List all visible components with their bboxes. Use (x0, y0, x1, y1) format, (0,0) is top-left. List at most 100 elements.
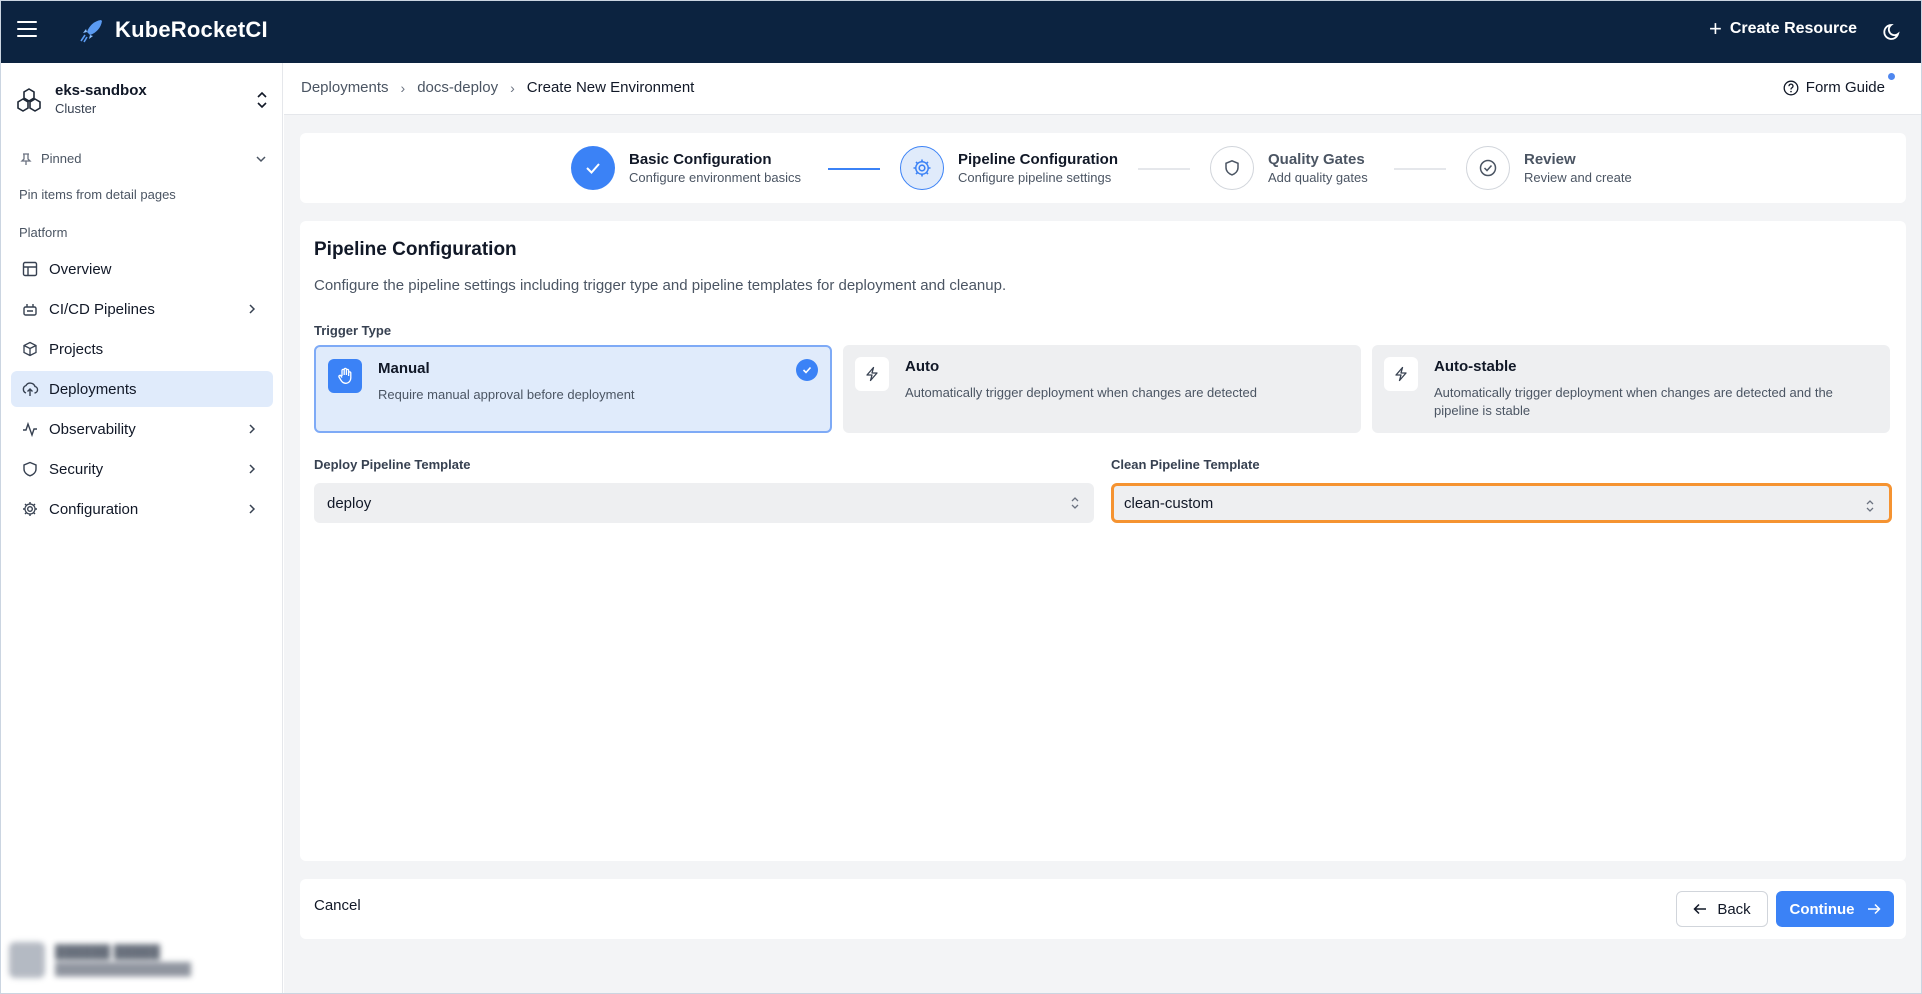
chevron-right-icon (249, 464, 256, 474)
step-title: Pipeline Configuration (958, 150, 1118, 168)
trigger-option-desc: Require manual approval before deploymen… (378, 387, 635, 402)
sidebar-item-configuration[interactable]: Configuration (11, 491, 273, 527)
deploy-template-value: deploy (327, 494, 372, 512)
step-desc: Review and create (1524, 169, 1632, 185)
trigger-option-auto[interactable]: Auto Automatically trigger deployment wh… (843, 345, 1361, 433)
sidebar-item-cicd-pipelines[interactable]: CI/CD Pipelines (11, 291, 273, 327)
sidebar-item-label: Overview (49, 260, 112, 278)
form-footer: Cancel Back Continue (300, 879, 1906, 939)
step-pipeline-configuration[interactable]: Pipeline Configuration Configure pipelin… (900, 146, 1118, 190)
pinned-section-toggle[interactable]: Pinned (19, 151, 267, 166)
step-title: Review (1524, 150, 1576, 168)
trigger-option-manual[interactable]: Manual Require manual approval before de… (314, 345, 832, 433)
sidebar-item-deployments[interactable]: Deployments (11, 371, 273, 407)
sidebar-item-label: Configuration (49, 500, 139, 518)
sidebar-item-label: Projects (49, 340, 104, 358)
user-profile[interactable]: ██████ █████ ████████████████ (9, 937, 273, 983)
chevron-down-icon (256, 156, 266, 163)
pipelines-icon (21, 300, 39, 318)
help-icon (1783, 80, 1799, 95)
breadcrumb-docs-deploy[interactable]: docs-deploy (417, 79, 498, 96)
chevron-updown-icon (1866, 500, 1874, 512)
rocket-icon (80, 20, 102, 43)
deploy-template-select[interactable]: deploy (314, 483, 1094, 523)
arrow-left-icon (1693, 903, 1707, 915)
menu-icon[interactable] (17, 21, 37, 41)
page-title: Pipeline Configuration (314, 239, 517, 260)
sidebar-item-label: Deployments (49, 380, 137, 398)
cancel-button[interactable]: Cancel (314, 897, 361, 914)
gear-icon (21, 500, 39, 518)
step-connector (1394, 168, 1446, 170)
cluster-type: Cluster (55, 101, 97, 116)
clean-template-select[interactable]: clean-custom (1111, 483, 1892, 523)
step-title: Basic Configuration (629, 150, 772, 168)
check-icon (571, 146, 615, 190)
form-guide-label: Form Guide (1805, 79, 1885, 96)
cluster-name: eks-sandbox (55, 82, 147, 99)
arrow-right-icon (1867, 903, 1881, 915)
cluster-icon (17, 88, 41, 112)
trigger-option-desc: Automatically trigger deployment when ch… (905, 385, 1257, 400)
step-desc: Configure pipeline settings (958, 169, 1112, 185)
sidebar-item-label: CI/CD Pipelines (49, 300, 155, 318)
sidebar-nav: Overview CI/CD Pipelines Projects Deploy… (11, 251, 273, 531)
pipeline-configuration-card: Pipeline Configuration Configure the pip… (300, 221, 1906, 861)
step-review[interactable]: Review Review and create (1466, 146, 1632, 190)
step-basic-configuration[interactable]: Basic Configuration Configure environmen… (571, 146, 801, 190)
user-name-placeholder: ██████ █████ (55, 944, 160, 959)
gear-icon (900, 146, 944, 190)
form-guide-button[interactable]: Form Guide (1783, 79, 1885, 96)
chevron-right-icon: › (510, 79, 515, 96)
check-circle-icon (1466, 146, 1510, 190)
trigger-option-desc: Automatically trigger deployment when ch… (1434, 385, 1833, 418)
cloud-upload-icon (21, 380, 39, 398)
chevron-right-icon: › (400, 79, 406, 96)
step-desc: Configure environment basics (629, 169, 801, 185)
lightning-icon (855, 357, 889, 391)
notification-dot (1888, 73, 1895, 80)
chevron-updown-icon (1071, 497, 1079, 509)
app-name: KubeRocketCI (115, 17, 268, 42)
pin-icon (20, 152, 32, 165)
layout-icon (21, 260, 39, 278)
step-connector (1138, 168, 1190, 170)
activity-icon (21, 420, 39, 438)
step-desc: Add quality gates (1268, 169, 1368, 185)
sidebar-item-label: Security (49, 460, 104, 478)
plus-icon: + (1708, 16, 1722, 41)
page-description: Configure the pipeline settings includin… (314, 277, 1007, 294)
breadcrumb-deployments[interactable]: Deployments (301, 79, 389, 96)
step-quality-gates[interactable]: Quality Gates Add quality gates (1210, 146, 1368, 190)
trigger-option-title: Manual (378, 360, 430, 377)
continue-button[interactable]: Continue (1776, 891, 1894, 927)
create-resource-button[interactable]: + Create Resource (1708, 16, 1857, 41)
sidebar-item-projects[interactable]: Projects (11, 331, 273, 367)
back-button[interactable]: Back (1676, 891, 1768, 927)
deploy-template-label: Deploy Pipeline Template (314, 457, 471, 472)
chevron-right-icon (249, 424, 256, 434)
section-label: Platform (19, 225, 68, 240)
main-content: Deployments › docs-deploy › Create New E… (284, 63, 1921, 993)
clean-template-value: clean-custom (1124, 494, 1214, 512)
back-label: Back (1717, 900, 1751, 918)
breadcrumb-bar: Deployments › docs-deploy › Create New E… (284, 63, 1921, 115)
moon-icon[interactable] (1881, 21, 1903, 43)
sidebar-item-security[interactable]: Security (11, 451, 273, 487)
sidebar-item-observability[interactable]: Observability (11, 411, 273, 447)
chevron-right-icon (249, 304, 256, 314)
brand-logo[interactable]: KubeRocketCI (79, 17, 268, 43)
sidebar: eks-sandbox Cluster Pinned Pin items fro… (1, 63, 283, 993)
trigger-option-title: Auto-stable (1434, 358, 1517, 375)
hand-icon (328, 359, 362, 393)
step-connector (828, 168, 880, 170)
cluster-switcher[interactable]: eks-sandbox Cluster (15, 79, 275, 121)
continue-label: Continue (1789, 900, 1855, 918)
shield-icon (1210, 146, 1254, 190)
check-icon (796, 359, 818, 381)
sidebar-item-overview[interactable]: Overview (11, 251, 273, 287)
trigger-option-auto-stable[interactable]: Auto-stable Automatically trigger deploy… (1372, 345, 1890, 433)
chevron-right-icon (249, 504, 256, 514)
create-resource-label: Create Resource (1729, 20, 1857, 37)
stepper: Basic Configuration Configure environmen… (300, 133, 1906, 203)
